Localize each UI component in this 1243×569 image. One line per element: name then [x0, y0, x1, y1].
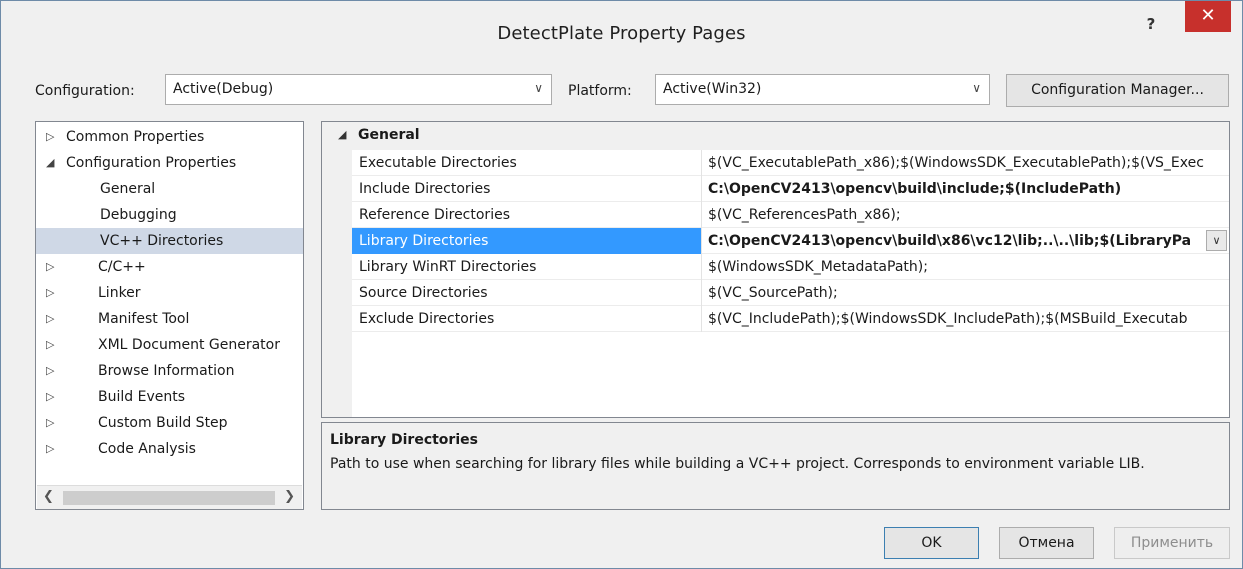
tree-item-label: VC++ Directories	[100, 233, 224, 249]
property-row[interactable]: Library Directories C:\OpenCV2413\opencv\…	[352, 228, 1229, 254]
apply-button[interactable]: Применить	[1114, 527, 1230, 559]
tree-item[interactable]: ▷ Build Events	[36, 384, 303, 410]
expand-icon[interactable]: ▷	[46, 332, 54, 358]
tree-item[interactable]: ▷ Browse Information	[36, 358, 303, 384]
tree-item-label: General	[100, 181, 156, 197]
tree-item[interactable]: ▷ Custom Build Step	[36, 410, 303, 436]
property-value[interactable]: C:\OpenCV2413\opencv\build\include;$(Inc…	[702, 176, 1229, 202]
configuration-bar: Configuration: Active(Debug) ∨ Platform:…	[1, 71, 1242, 111]
property-value[interactable]: $(VC_ExecutablePath_x86);$(WindowsSDK_Ex…	[702, 150, 1229, 176]
configuration-manager-button[interactable]: Configuration Manager...	[1006, 74, 1229, 107]
chevron-down-icon: ∨	[972, 81, 981, 95]
title-bar: DetectPlate Property Pages ? ✕	[1, 1, 1242, 65]
property-value[interactable]: $(VC_ReferencesPath_x86);	[702, 202, 1229, 228]
category-name: General	[358, 127, 420, 143]
property-row[interactable]: Exclude Directories $(VC_IncludePath);$(W…	[352, 306, 1229, 332]
expand-icon[interactable]: ▷	[46, 280, 54, 306]
expand-icon[interactable]: ▷	[46, 306, 54, 332]
property-name[interactable]: Include Directories	[352, 176, 702, 202]
tree-item[interactable]: ▷ XML Document Generator	[36, 332, 303, 358]
expand-icon[interactable]: ▷	[46, 124, 54, 150]
scroll-left-icon[interactable]: ❮	[43, 489, 54, 504]
tree-item-label: Code Analysis	[98, 441, 196, 457]
category-row-general[interactable]: ◢ General	[322, 122, 1229, 150]
tree-item-label: Manifest Tool	[98, 311, 190, 327]
property-value[interactable]: $(WindowsSDK_MetadataPath);	[702, 254, 1229, 280]
ok-button[interactable]: OK	[884, 527, 979, 559]
property-name[interactable]: Library WinRT Directories	[352, 254, 702, 280]
description-text: Path to use when searching for library f…	[330, 456, 1145, 472]
property-row[interactable]: Executable Directories $(VC_ExecutablePat…	[352, 150, 1229, 176]
window-title: DetectPlate Property Pages	[497, 23, 746, 44]
property-row[interactable]: Include Directories C:\OpenCV2413\opencv\…	[352, 176, 1229, 202]
property-value[interactable]: $(VC_IncludePath);$(WindowsSDK_IncludePa…	[702, 306, 1229, 332]
scroll-thumb[interactable]	[63, 491, 275, 505]
tree-item[interactable]: VC++ Directories	[36, 228, 303, 254]
tree-item-label: XML Document Generator	[98, 337, 280, 353]
platform-label: Platform:	[568, 83, 632, 99]
help-button[interactable]: ?	[1141, 15, 1161, 35]
property-tree[interactable]: ▷ Common Properties ◢ Configuration Propert…	[35, 121, 304, 510]
configuration-select[interactable]: Active(Debug) ∨	[165, 74, 552, 105]
expand-icon[interactable]: ▷	[46, 436, 54, 462]
property-row[interactable]: Source Directories $(VC_SourcePath);	[352, 280, 1229, 306]
expand-icon[interactable]: ▷	[46, 384, 54, 410]
cancel-button[interactable]: Отмена	[999, 527, 1094, 559]
property-grid: ◢ General Executable Directories $(VC_Exe…	[321, 121, 1230, 418]
grid-gutter	[322, 122, 352, 417]
property-name[interactable]: Source Directories	[352, 280, 702, 306]
property-value[interactable]: C:\OpenCV2413\opencv\build\x86\vc12\lib;…	[702, 228, 1202, 254]
tree-item-label: Linker	[98, 285, 141, 301]
collapse-icon[interactable]: ◢	[46, 150, 54, 176]
expand-icon[interactable]: ▷	[46, 358, 54, 384]
property-name[interactable]: Executable Directories	[352, 150, 702, 176]
property-value[interactable]: $(VC_SourcePath);	[702, 280, 1229, 306]
property-pages-dialog: DetectPlate Property Pages ? ✕ Configura…	[0, 0, 1243, 569]
tree-item[interactable]: ◢ Configuration Properties	[36, 150, 303, 176]
horizontal-scrollbar[interactable]: ❮ ❯	[37, 485, 302, 509]
tree-item[interactable]: ▷ Common Properties	[36, 124, 303, 150]
platform-value: Active(Win32)	[663, 81, 762, 97]
description-panel: Library Directories Path to use when sea…	[321, 422, 1230, 510]
tree-item-label: Custom Build Step	[98, 415, 228, 431]
chevron-down-icon: ∨	[534, 81, 543, 95]
description-title: Library Directories	[330, 432, 478, 448]
property-name[interactable]: Reference Directories	[352, 202, 702, 228]
platform-select[interactable]: Active(Win32) ∨	[655, 74, 990, 105]
expand-icon[interactable]: ▷	[46, 254, 54, 280]
close-button[interactable]: ✕	[1185, 1, 1231, 32]
tree-item[interactable]: ▷ Linker	[36, 280, 303, 306]
configuration-value: Active(Debug)	[173, 81, 274, 97]
tree-item-label: Debugging	[100, 207, 177, 223]
property-name[interactable]: Library Directories	[352, 228, 702, 254]
tree-item-label: Browse Information	[98, 363, 235, 379]
property-name[interactable]: Exclude Directories	[352, 306, 702, 332]
tree-item-label: C/C++	[98, 259, 146, 275]
tree-item-label: Configuration Properties	[66, 155, 237, 171]
property-row[interactable]: Library WinRT Directories $(WindowsSDK_Me…	[352, 254, 1229, 280]
tree-item[interactable]: ▷ C/C++	[36, 254, 303, 280]
tree-item-label: Build Events	[98, 389, 185, 405]
tree-item[interactable]: ▷ Code Analysis	[36, 436, 303, 462]
expand-icon[interactable]: ▷	[46, 410, 54, 436]
tree-item-label: Common Properties	[66, 129, 205, 145]
configuration-label: Configuration:	[35, 83, 135, 99]
property-row[interactable]: Reference Directories $(VC_ReferencesPath…	[352, 202, 1229, 228]
scroll-right-icon[interactable]: ❯	[284, 489, 295, 504]
tree-item[interactable]: General	[36, 176, 303, 202]
collapse-icon[interactable]: ◢	[338, 128, 346, 141]
chevron-down-icon[interactable]: ∨	[1206, 230, 1227, 251]
tree-item[interactable]: Debugging	[36, 202, 303, 228]
tree-item[interactable]: ▷ Manifest Tool	[36, 306, 303, 332]
